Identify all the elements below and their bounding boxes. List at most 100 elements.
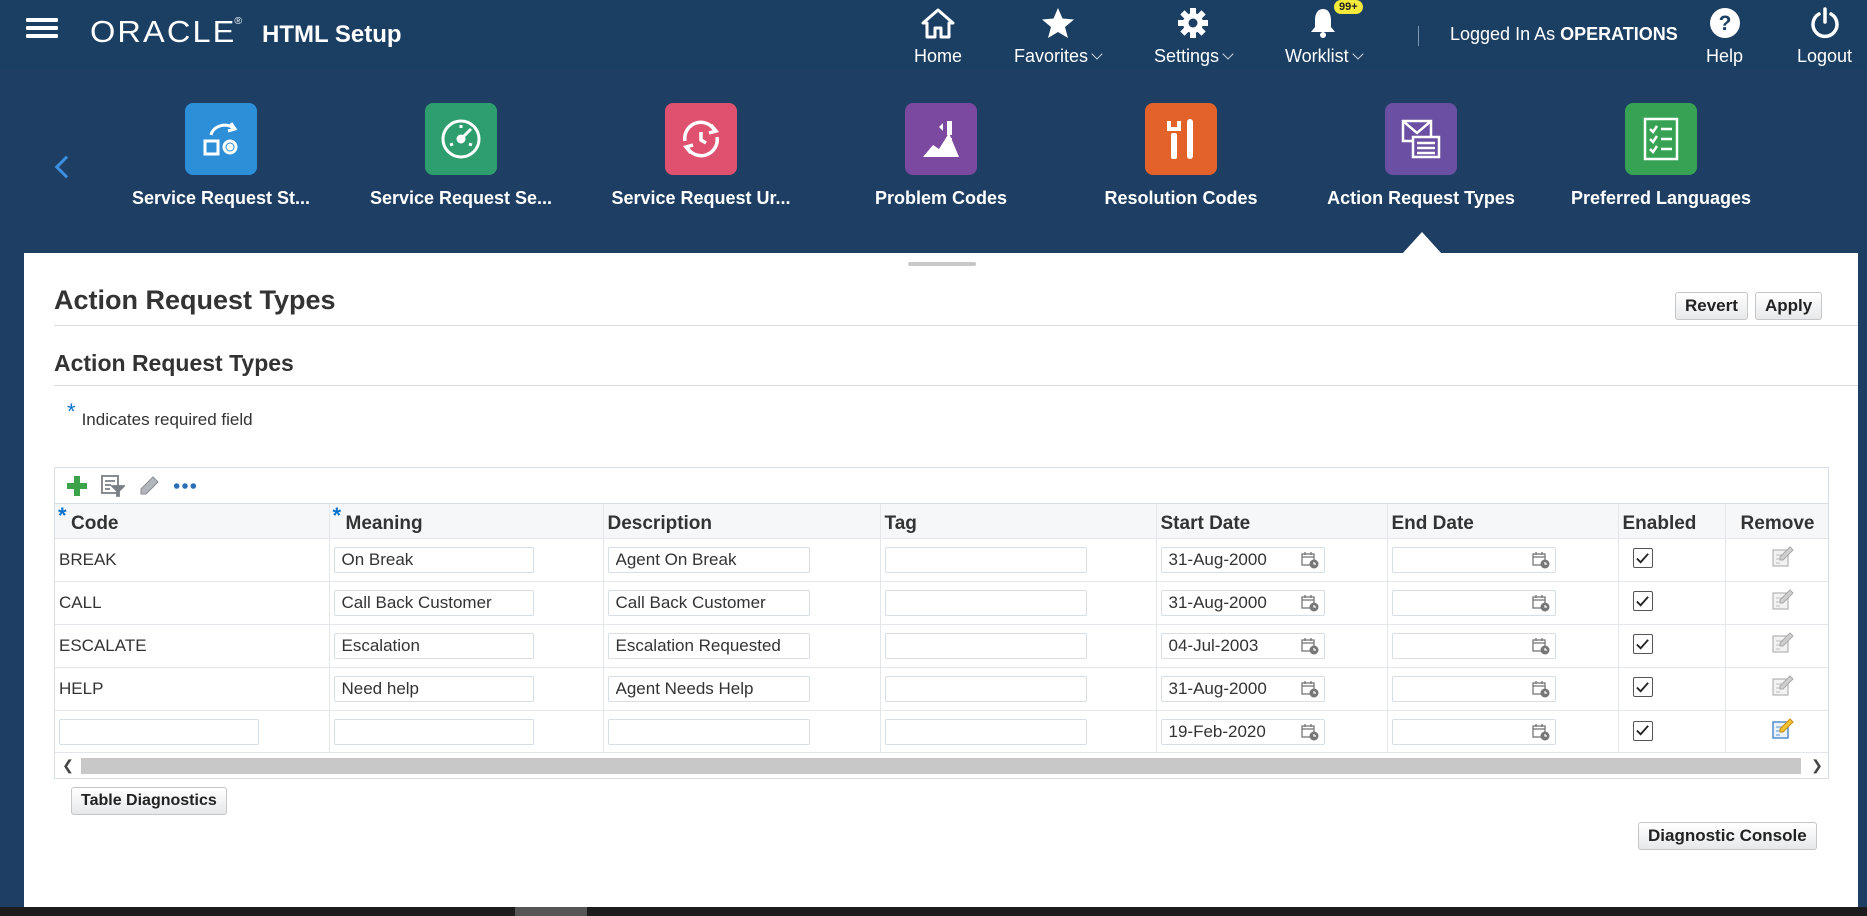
description-input[interactable] [607, 589, 810, 616]
navigator-menu-icon[interactable] [22, 14, 62, 46]
calendar-icon[interactable] [1300, 723, 1319, 741]
remove-row-icon[interactable] [1770, 631, 1794, 660]
status-flow-icon [185, 103, 257, 175]
tile-service-request-severity[interactable]: Service Request Se... [341, 103, 581, 209]
tile-problem-codes[interactable]: Problem Codes [821, 103, 1061, 209]
meaning-cell [329, 537, 604, 581]
meaning-input[interactable] [333, 589, 534, 616]
scrollbar-thumb[interactable] [81, 758, 1801, 774]
action-request-types-table: * Code * Meaning Description Tag Start Dat… [54, 467, 1829, 779]
tag-input[interactable] [884, 589, 1087, 616]
app-title: HTML Setup [262, 21, 402, 48]
tile-label: Problem Codes [874, 188, 1008, 208]
column-header-remove[interactable]: Remove [1725, 504, 1828, 538]
table-row[interactable] [55, 709, 1828, 753]
tile-service-request-status[interactable]: Service Request St... [101, 103, 341, 209]
settings-label: Settings [1154, 46, 1220, 66]
column-header-meaning[interactable]: * Meaning [329, 504, 604, 538]
description-input[interactable] [607, 546, 810, 573]
enabled-cell [1618, 623, 1726, 667]
start-date-cell [1156, 623, 1388, 667]
scroll-right-icon[interactable]: ❯ [1808, 757, 1826, 775]
description-input[interactable] [607, 675, 810, 702]
enabled-checkbox[interactable] [1632, 677, 1653, 698]
springboard-prev-arrow[interactable] [54, 155, 78, 179]
add-row-icon[interactable] [65, 474, 89, 498]
home-nav[interactable]: Home [914, 4, 962, 67]
selected-tile-pointer [1402, 232, 1442, 254]
browser-scrollbar[interactable] [0, 907, 1867, 916]
enabled-checkbox[interactable] [1632, 591, 1653, 612]
remove-row-icon[interactable] [1770, 588, 1794, 617]
tag-input[interactable] [884, 632, 1087, 659]
calendar-icon[interactable] [1300, 551, 1319, 569]
description-input[interactable] [607, 632, 810, 659]
table-row[interactable]: HELP [55, 666, 1828, 710]
end-date-cell [1387, 623, 1619, 667]
tag-input[interactable] [884, 546, 1087, 573]
calendar-icon[interactable] [1300, 594, 1319, 612]
tile-resolution-codes[interactable]: Resolution Codes [1061, 103, 1301, 209]
scroll-left-icon[interactable]: ❮ [59, 757, 77, 775]
remove-row-icon[interactable] [1770, 717, 1794, 746]
revert-button[interactable]: Revert [1675, 292, 1748, 320]
global-header: ORACLE® HTML Setup Home Favorites Settin… [0, 0, 1867, 70]
calendar-icon[interactable] [1531, 551, 1550, 569]
calendar-icon[interactable] [1531, 680, 1550, 698]
column-header-tag[interactable]: Tag [880, 504, 1157, 538]
meaning-input[interactable] [333, 632, 534, 659]
help-nav[interactable]: ? Help [1706, 4, 1743, 67]
tag-input[interactable] [884, 675, 1087, 702]
panel-resize-handle[interactable] [908, 262, 976, 266]
tag-input[interactable] [884, 718, 1087, 745]
calendar-icon[interactable] [1300, 637, 1319, 655]
logout-nav[interactable]: Logout [1797, 4, 1852, 67]
enabled-checkbox[interactable] [1632, 720, 1653, 741]
tile-preferred-languages[interactable]: Preferred Languages [1541, 103, 1781, 209]
enabled-checkbox[interactable] [1632, 634, 1653, 655]
calendar-icon[interactable] [1531, 594, 1550, 612]
code-cell: HELP [55, 666, 330, 710]
query-by-example-icon[interactable] [101, 474, 125, 498]
code-value: HELP [59, 678, 104, 698]
column-header-enabled[interactable]: Enabled [1618, 504, 1726, 538]
tile-service-request-urgency[interactable]: Service Request Ur... [581, 103, 821, 209]
browser-scrollbar-thumb[interactable] [515, 907, 587, 916]
meaning-cell [329, 580, 604, 624]
table-row[interactable]: CALL [55, 580, 1828, 624]
code-input[interactable] [59, 718, 259, 745]
apply-button[interactable]: Apply [1755, 292, 1823, 320]
table-row[interactable]: ESCALATE [55, 623, 1828, 667]
tile-label: Service Request Se... [369, 188, 553, 208]
meaning-input[interactable] [333, 718, 534, 745]
column-header-code[interactable]: * Code [55, 504, 330, 538]
more-actions-icon[interactable] [173, 474, 197, 498]
calendar-icon[interactable] [1300, 680, 1319, 698]
tile-label: Resolution Codes [1104, 188, 1258, 208]
column-header-start-date[interactable]: Start Date [1156, 504, 1388, 538]
remove-row-icon[interactable] [1770, 545, 1794, 574]
settings-nav[interactable]: Settings [1154, 4, 1234, 67]
column-header-description[interactable]: Description [603, 504, 881, 538]
description-cell [603, 709, 881, 753]
column-header-end-date[interactable]: End Date [1387, 504, 1619, 538]
calendar-icon[interactable] [1531, 637, 1550, 655]
meaning-input[interactable] [333, 675, 534, 702]
tag-cell [880, 537, 1157, 581]
meaning-input[interactable] [333, 546, 534, 573]
favorites-nav[interactable]: Favorites [1014, 4, 1103, 67]
end-date-cell [1387, 709, 1619, 753]
tile-label: Action Request Types [1327, 188, 1515, 208]
remove-row-icon[interactable] [1770, 674, 1794, 703]
table-diagnostics-button[interactable]: Table Diagnostics [71, 787, 227, 815]
mail-list-icon [1385, 103, 1457, 175]
horizontal-scrollbar[interactable]: ❮ ❯ [55, 752, 1828, 778]
clear-filter-icon[interactable] [137, 474, 161, 498]
diagnostic-console-button[interactable]: Diagnostic Console [1638, 822, 1817, 850]
calendar-icon[interactable] [1531, 723, 1550, 741]
description-input[interactable] [607, 718, 810, 745]
table-row[interactable]: BREAK [55, 537, 1828, 581]
end-date-cell [1387, 537, 1619, 581]
tile-action-request-types[interactable]: Action Request Types [1301, 103, 1541, 209]
enabled-checkbox[interactable] [1632, 548, 1653, 569]
